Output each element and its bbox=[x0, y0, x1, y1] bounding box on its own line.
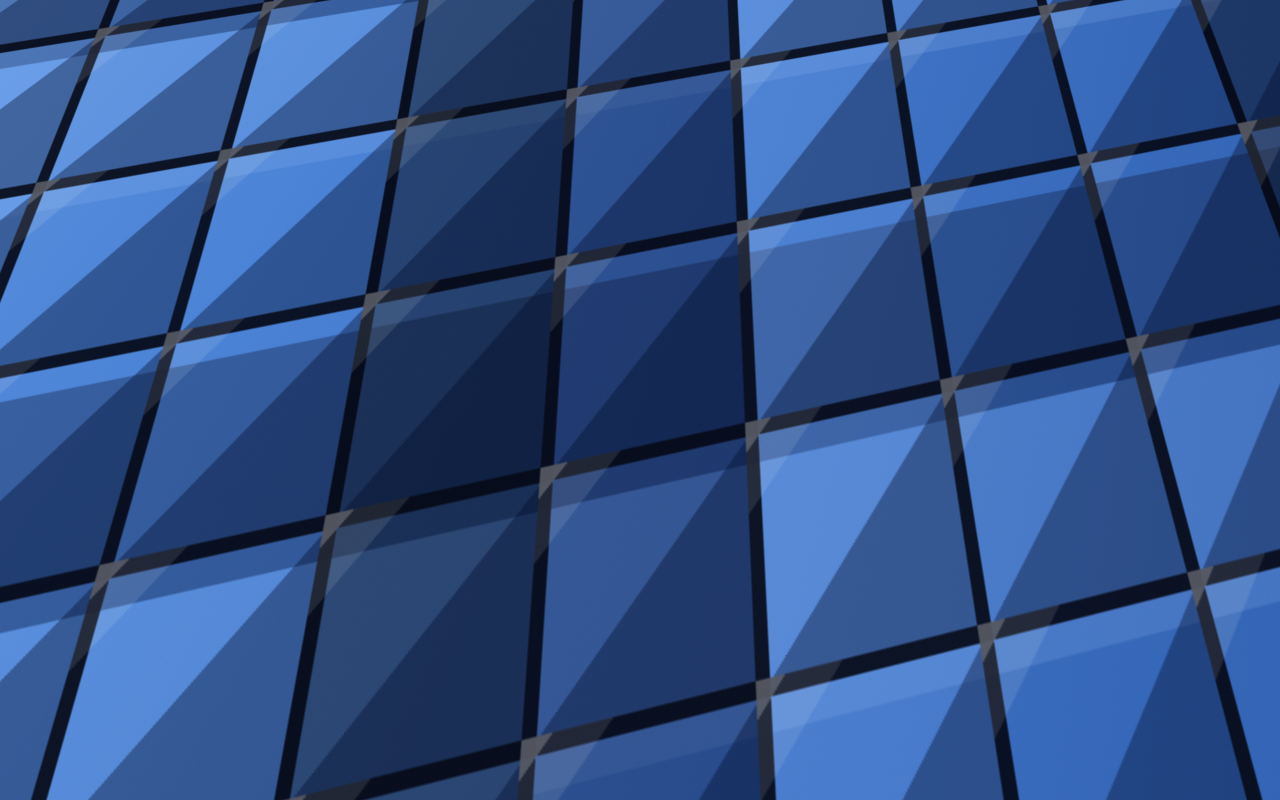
app-finder-icon bbox=[396, 4, 420, 28]
kali-menu-button[interactable] bbox=[2, 2, 35, 31]
minimize-button[interactable] bbox=[861, 377, 879, 395]
power-manager-icon bbox=[1114, 6, 1134, 26]
panel-left: $_ 1 2 3 4 bbox=[0, 0, 426, 32]
notifications-bell-icon bbox=[1079, 7, 1097, 26]
kali-menu-icon bbox=[6, 3, 32, 29]
power-manager-tray-button[interactable] bbox=[1114, 6, 1134, 26]
workspace-3[interactable]: 3 bbox=[310, 0, 341, 33]
app-finder-panel-button[interactable] bbox=[389, 0, 426, 33]
cd-disc-icon bbox=[36, 367, 84, 415]
dropdown-arrow-icon[interactable]: ↓ bbox=[911, 421, 918, 437]
firefox-launcher[interactable] bbox=[152, 0, 186, 33]
window-app-launcher[interactable] bbox=[50, 0, 84, 33]
desktop-icon-home[interactable]: Home bbox=[5, 56, 115, 125]
network-icon bbox=[1002, 7, 1024, 25]
text-editor-icon bbox=[123, 3, 147, 29]
desktop-root: $_ 1 2 3 4 bbox=[0, 0, 1280, 800]
trash-icon bbox=[40, 262, 80, 308]
application-finder-window: Application Finder ↓ bbox=[352, 371, 938, 498]
lock-icon bbox=[1217, 7, 1234, 26]
workspace-2[interactable]: 2 bbox=[278, 0, 309, 33]
panel-separator bbox=[381, 7, 382, 25]
panel-tray: 7:27 bbox=[871, 0, 1280, 32]
workspace-3-label: 3 bbox=[321, 8, 329, 25]
text-caret bbox=[478, 423, 480, 439]
search-input-wrap: ↓ bbox=[416, 416, 927, 446]
file-manager-icon bbox=[88, 5, 114, 27]
search-icon bbox=[369, 414, 403, 448]
launch-button[interactable]: Launch bbox=[841, 463, 927, 490]
maximize-button[interactable] bbox=[885, 377, 903, 395]
logout-button[interactable] bbox=[1251, 6, 1271, 26]
window-app-icon bbox=[55, 4, 80, 28]
desktop-icon-file-system[interactable]: File System bbox=[5, 156, 115, 225]
terminal-icon: $_ bbox=[188, 4, 213, 29]
mouse-cursor bbox=[637, 395, 653, 418]
floppy-disk-icon bbox=[40, 477, 80, 517]
preferences-button[interactable]: Preferences bbox=[363, 463, 475, 490]
chevron-down-icon[interactable] bbox=[218, 13, 229, 20]
desktop-icon-label: Home bbox=[40, 108, 80, 125]
hard-drive-icon bbox=[40, 159, 80, 199]
search-input[interactable] bbox=[416, 416, 927, 446]
network-tray-button[interactable] bbox=[1002, 7, 1024, 25]
close-icon bbox=[914, 382, 923, 391]
gear-icon bbox=[374, 470, 388, 484]
preferences-label: Preferences bbox=[394, 469, 464, 484]
desktop-icon-label: Floppy Disk bbox=[21, 526, 99, 543]
launch-label: Launch bbox=[873, 469, 916, 484]
close-button[interactable] bbox=[909, 377, 927, 395]
workspace-1[interactable]: 1 bbox=[246, 0, 277, 33]
panel-separator bbox=[1199, 7, 1200, 25]
volume-icon bbox=[1041, 7, 1062, 25]
lock-screen-button[interactable] bbox=[1217, 7, 1234, 26]
file-manager-launcher[interactable] bbox=[84, 0, 118, 33]
desktop-icon-label: Kali Linux a... bbox=[15, 420, 105, 437]
workspace-2-label: 2 bbox=[289, 8, 297, 25]
desktop-icon-kali-cd[interactable]: Kali Linux a... bbox=[5, 368, 115, 437]
panel-separator bbox=[238, 7, 239, 25]
desktop-icon-label: File System bbox=[21, 208, 99, 225]
system-monitor-graph[interactable] bbox=[871, 1, 983, 32]
notifications-tray-button[interactable] bbox=[1079, 7, 1097, 26]
workspace-1-label: 1 bbox=[257, 8, 265, 25]
clock[interactable]: 7:27 bbox=[1151, 8, 1182, 25]
workspace-4-label: 4 bbox=[353, 8, 361, 25]
desktop-icon-trash[interactable]: Trash bbox=[5, 262, 115, 331]
panel-separator bbox=[42, 7, 43, 25]
workspace-4[interactable]: 4 bbox=[342, 0, 373, 33]
desktop-icon-floppy[interactable]: Floppy Disk bbox=[5, 474, 115, 543]
terminal-launcher[interactable]: $_ bbox=[186, 0, 231, 33]
text-editor-launcher[interactable] bbox=[118, 0, 152, 33]
desktop-icon-label: Trash bbox=[41, 314, 79, 331]
top-panel: $_ 1 2 3 4 bbox=[0, 0, 1280, 33]
logout-icon bbox=[1251, 6, 1271, 26]
home-folder-icon bbox=[40, 63, 80, 95]
volume-tray-button[interactable] bbox=[1041, 7, 1062, 25]
firefox-icon bbox=[156, 3, 182, 29]
launch-icon bbox=[852, 469, 867, 484]
